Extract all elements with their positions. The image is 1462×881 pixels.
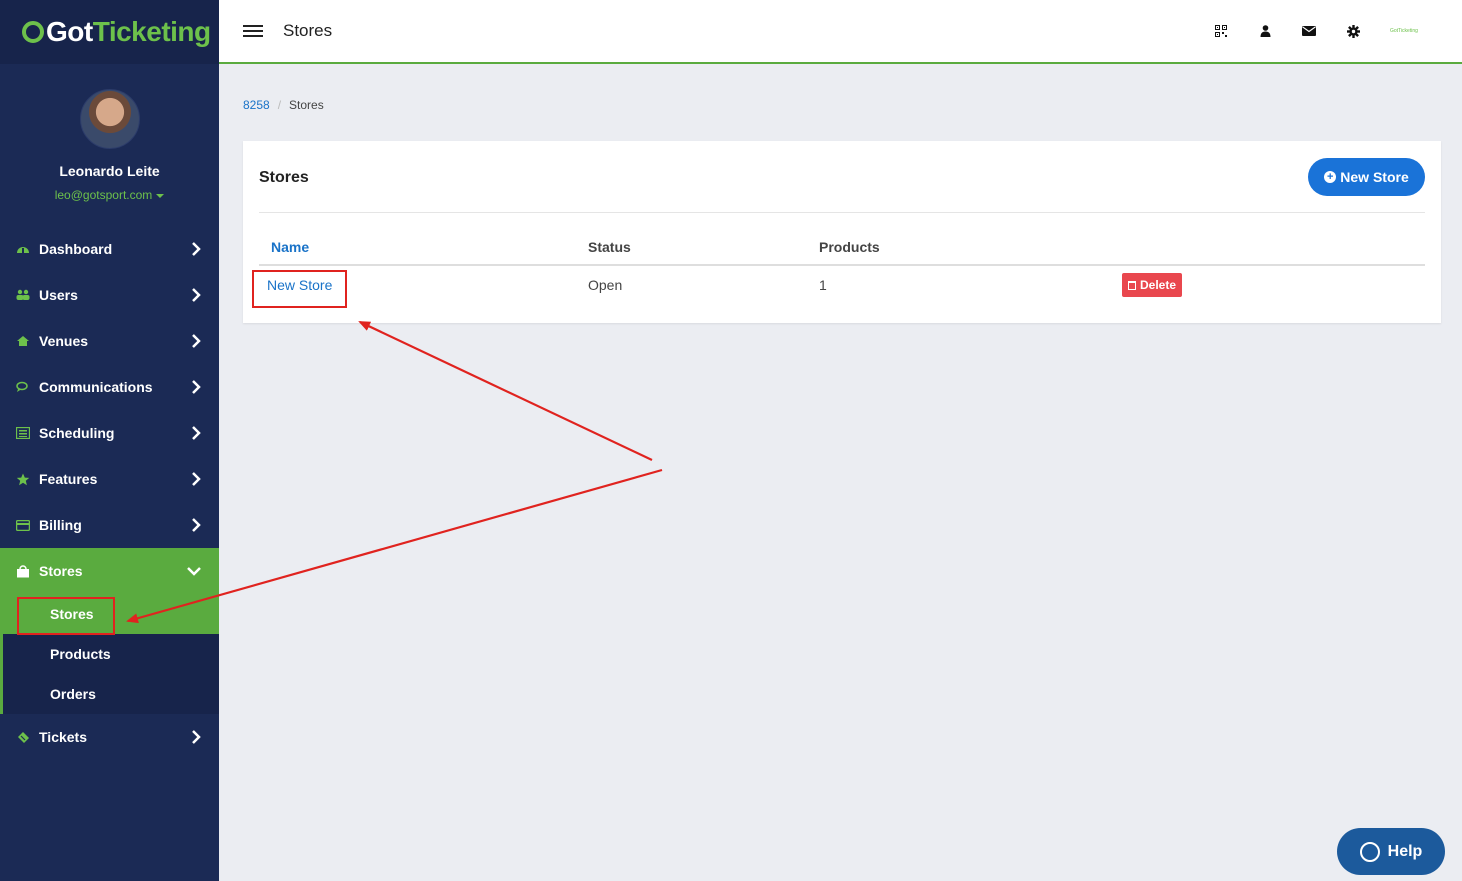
card-divider: [259, 212, 1425, 213]
sidebar: Got Ticketing Leonardo Leite leo@gotsport…: [0, 0, 219, 881]
store-products-count: 1: [819, 277, 827, 293]
chat-bubble-icon: [1359, 841, 1380, 862]
users-icon: [15, 288, 31, 302]
page-title: Stores: [283, 21, 333, 40]
brand-header: Got Ticketing: [0, 0, 219, 64]
stores-table: Name Status Products New Store Open 1 De…: [259, 237, 1425, 304]
sidebar-nav: Dashboard Users Venues Communications Sc…: [0, 226, 219, 760]
submenu-label-orders: Orders: [50, 686, 96, 702]
logo-mark-icon: [22, 21, 44, 43]
credit-card-icon: [15, 518, 31, 532]
chevron-right-icon: [192, 730, 201, 744]
sidebar-item-users[interactable]: Users: [0, 272, 219, 318]
home-icon: [15, 334, 31, 348]
brand-got-text: Got: [46, 16, 93, 47]
new-store-button[interactable]: + New Store: [1308, 158, 1425, 196]
sidebar-item-communications[interactable]: Communications: [0, 364, 219, 410]
gear-icon[interactable]: [1346, 24, 1360, 38]
sidebar-item-tickets[interactable]: Tickets: [0, 714, 219, 760]
plus-circle-icon: +: [1324, 171, 1337, 183]
store-status: Open: [588, 277, 623, 293]
delete-button-label: Delete: [1140, 278, 1177, 292]
sidebar-label-venues: Venues: [39, 333, 89, 349]
table-row: New Store Open 1 Delete: [259, 266, 1425, 304]
chevron-right-icon: [192, 334, 201, 348]
breadcrumb: 8258 / Stores: [243, 98, 324, 112]
stores-card: Stores + New Store Name Status Products N…: [243, 141, 1441, 323]
account-logo[interactable]: GotTicketing: [1390, 28, 1422, 34]
submenu-item-products[interactable]: Products: [3, 634, 219, 674]
help-button[interactable]: Help: [1337, 828, 1445, 875]
star-icon: [15, 472, 31, 486]
submenu-item-orders[interactable]: Orders: [3, 674, 219, 714]
chat-icon: [15, 380, 31, 394]
sidebar-label-tickets: Tickets: [39, 729, 87, 745]
hamburger-menu-icon[interactable]: [243, 25, 263, 37]
highlight-box-stores-submenu: [17, 597, 115, 635]
sidebar-item-stores[interactable]: Stores: [0, 548, 219, 594]
profile-email-dropdown[interactable]: leo@gotsport.com: [0, 188, 219, 202]
sidebar-item-dashboard[interactable]: Dashboard: [0, 226, 219, 272]
submenu-label-products: Products: [50, 646, 111, 662]
sidebar-label-communications: Communications: [39, 379, 153, 395]
chevron-right-icon: [192, 472, 201, 486]
breadcrumb-current: Stores: [289, 98, 324, 112]
caret-down-icon: [156, 193, 165, 198]
column-header-name[interactable]: Name: [259, 237, 588, 264]
trash-icon: [1128, 280, 1136, 290]
envelope-icon[interactable]: [1302, 24, 1316, 38]
sidebar-label-dashboard: Dashboard: [39, 241, 113, 257]
chevron-right-icon: [192, 242, 201, 256]
column-header-status: Status: [588, 239, 631, 255]
card-title: Stores: [259, 169, 309, 186]
breadcrumb-separator: /: [277, 98, 282, 112]
new-store-button-label: New Store: [1340, 169, 1409, 185]
brand-ticketing-text: Ticketing: [92, 16, 211, 47]
arrow-to-store-link: [358, 321, 653, 461]
breadcrumb-root-link[interactable]: 8258: [243, 98, 270, 112]
avatar: [79, 89, 140, 149]
help-button-label: Help: [1387, 842, 1423, 860]
annotation-arrows: [126, 321, 663, 624]
sidebar-label-scheduling: Scheduling: [39, 425, 115, 441]
column-header-products: Products: [819, 239, 880, 255]
profile-email: leo@gotsport.com: [54, 188, 153, 202]
ticket-icon: [15, 730, 31, 744]
highlight-box-store-link: [252, 270, 347, 308]
sidebar-item-scheduling[interactable]: Scheduling: [0, 410, 219, 456]
qr-code-icon[interactable]: [1214, 24, 1228, 38]
sidebar-item-billing[interactable]: Billing: [0, 502, 219, 548]
table-header: Name Status Products: [259, 237, 1425, 266]
chevron-right-icon: [192, 288, 201, 302]
sidebar-label-stores: Stores: [39, 563, 83, 579]
sidebar-label-billing: Billing: [39, 517, 82, 533]
dashboard-icon: [15, 242, 31, 256]
profile-name: Leonardo Leite: [59, 163, 160, 179]
list-icon: [15, 426, 31, 440]
user-icon[interactable]: [1258, 24, 1272, 38]
sidebar-label-features: Features: [39, 471, 98, 487]
sidebar-label-users: Users: [39, 287, 78, 303]
shopping-bag-icon: [15, 564, 31, 578]
sidebar-item-features[interactable]: Features: [0, 456, 219, 502]
top-bar: Stores GotTicketing: [219, 0, 1462, 64]
top-icons: GotTicketing: [1214, 0, 1422, 62]
delete-store-button[interactable]: Delete: [1122, 273, 1183, 297]
sidebar-item-venues[interactable]: Venues: [0, 318, 219, 364]
chevron-right-icon: [192, 380, 201, 394]
chevron-right-icon: [192, 518, 201, 532]
chevron-down-icon: [187, 567, 201, 576]
chevron-right-icon: [192, 426, 201, 440]
gotticketing-logo[interactable]: Got Ticketing: [22, 16, 211, 48]
